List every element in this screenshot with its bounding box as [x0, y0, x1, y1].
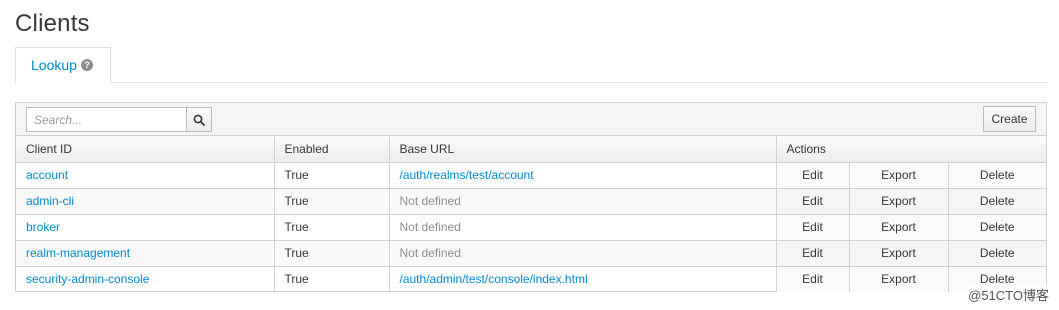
enabled-value: True — [274, 214, 390, 241]
column-header-base-url[interactable]: Base URL — [389, 136, 777, 163]
edit-button[interactable]: Edit — [776, 188, 850, 215]
export-button[interactable]: Export — [849, 240, 949, 267]
edit-button[interactable]: Edit — [776, 214, 850, 241]
table-row: security-admin-console True /auth/admin/… — [16, 266, 1046, 292]
edit-button[interactable]: Edit — [776, 240, 850, 267]
clients-panel: Create Client ID Enabled Base URL Action… — [15, 102, 1047, 292]
export-button[interactable]: Export — [849, 214, 949, 241]
table-header-row: Client ID Enabled Base URL Actions — [16, 136, 1046, 163]
base-url-link[interactable]: /auth/admin/test/console/index.html — [389, 266, 777, 292]
base-url-link[interactable]: /auth/realms/test/account — [389, 162, 777, 189]
clients-table: Client ID Enabled Base URL Actions accou… — [16, 136, 1046, 292]
delete-button[interactable]: Delete — [948, 188, 1046, 215]
enabled-value: True — [274, 240, 390, 267]
client-id-link[interactable]: security-admin-console — [16, 266, 275, 292]
export-button[interactable]: Export — [849, 162, 949, 189]
table-row: admin-cli True Not defined Edit Export D… — [16, 188, 1046, 215]
search-button[interactable] — [186, 107, 212, 132]
search-input[interactable] — [34, 112, 184, 127]
delete-button[interactable]: Delete — [948, 214, 1046, 241]
table-row: account True /auth/realms/test/account E… — [16, 162, 1046, 189]
tab-lookup-label: Lookup — [31, 57, 77, 73]
column-header-enabled[interactable]: Enabled — [274, 136, 390, 163]
search-icon — [193, 114, 205, 126]
tab-lookup[interactable]: Lookup ? — [15, 47, 111, 83]
question-circle-icon[interactable]: ? — [80, 59, 93, 71]
enabled-value: True — [274, 162, 390, 189]
delete-button[interactable]: Delete — [948, 240, 1046, 267]
client-id-link[interactable]: account — [16, 162, 275, 189]
table-row: realm-management True Not defined Edit E… — [16, 240, 1046, 267]
client-id-link[interactable]: admin-cli — [16, 188, 275, 215]
base-url-value: Not defined — [389, 240, 777, 267]
search-box — [26, 107, 212, 132]
tab-bar: Lookup ? — [15, 47, 1047, 83]
client-id-link[interactable]: broker — [16, 214, 275, 241]
enabled-value: True — [274, 188, 390, 215]
edit-button[interactable]: Edit — [776, 266, 850, 292]
enabled-value: True — [274, 266, 390, 292]
export-button[interactable]: Export — [849, 266, 949, 292]
edit-button[interactable]: Edit — [776, 162, 850, 189]
client-id-link[interactable]: realm-management — [16, 240, 275, 267]
column-header-client-id[interactable]: Client ID — [16, 136, 275, 163]
page-title: Clients — [15, 10, 90, 37]
column-header-actions: Actions — [776, 136, 1046, 163]
base-url-value: Not defined — [389, 188, 777, 215]
base-url-value: Not defined — [389, 214, 777, 241]
delete-button[interactable]: Delete — [948, 162, 1046, 189]
export-button[interactable]: Export — [849, 188, 949, 215]
watermark: @51CTO博客 — [968, 285, 1049, 304]
create-button[interactable]: Create — [983, 106, 1036, 132]
toolbar: Create — [16, 103, 1046, 136]
table-row: broker True Not defined Edit Export Dele… — [16, 214, 1046, 241]
